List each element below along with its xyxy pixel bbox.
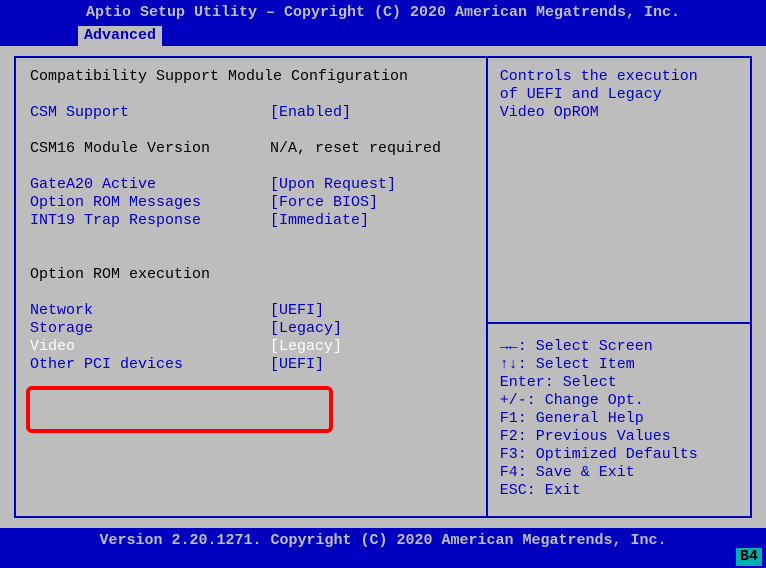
key-f3: F3: Optimized Defaults [500,446,738,464]
video-value: [Legacy] [270,338,342,356]
optrom-msg-value: [Force BIOS] [270,194,378,212]
key-esc: ESC: Exit [500,482,738,500]
csm-support-value: [Enabled] [270,104,351,122]
section-title: Compatibility Support Module Configurati… [30,68,408,86]
other-pci-label: Other PCI devices [30,356,270,374]
int19-label: INT19 Trap Response [30,212,270,230]
footer-corner-badge: B4 [736,548,762,566]
help-line-2: of UEFI and Legacy [500,86,738,104]
csm-support-label: CSM Support [30,104,270,122]
storage-row[interactable]: Storage [Legacy] [30,320,472,338]
storage-label: Storage [30,320,270,338]
csm16-value: N/A, reset required [270,140,441,158]
title-text: Aptio Setup Utility – Copyright (C) 2020… [86,4,680,21]
other-pci-row[interactable]: Other PCI devices [UEFI] [30,356,472,374]
csm16-label: CSM16 Module Version [30,140,270,158]
key-select-screen: →←: Select Screen [500,338,738,356]
optrom-msg-row[interactable]: Option ROM Messages [Force BIOS] [30,194,472,212]
main-frame: Compatibility Support Module Configurati… [14,56,752,518]
key-select-item: ↑↓: Select Item [500,356,738,374]
key-change-opt: +/-: Change Opt. [500,392,738,410]
footer-version: Version 2.20.1271. Copyright (C) 2020 Am… [99,532,666,549]
other-pci-value: [UEFI] [270,356,324,374]
int19-row[interactable]: INT19 Trap Response [Immediate] [30,212,472,230]
help-line-1: Controls the execution [500,68,738,86]
optrom-msg-label: Option ROM Messages [30,194,270,212]
video-row[interactable]: Video [Legacy] [30,338,472,356]
highlight-box [26,386,333,433]
help-line-3: Video OpROM [500,104,738,122]
footer-bar: Version 2.20.1271. Copyright (C) 2020 Am… [0,528,766,568]
key-enter: Enter: Select [500,374,738,392]
gatea20-row[interactable]: GateA20 Active [Upon Request] [30,176,472,194]
csm16-row: CSM16 Module Version N/A, reset required [30,140,472,158]
video-label: Video [30,338,270,356]
key-f2: F2: Previous Values [500,428,738,446]
gatea20-label: GateA20 Active [30,176,270,194]
tab-advanced[interactable]: Advanced [78,26,162,46]
storage-value: [Legacy] [270,320,342,338]
settings-pane: Compatibility Support Module Configurati… [16,58,486,516]
int19-value: [Immediate] [270,212,369,230]
network-value: [UEFI] [270,302,324,320]
help-pane: Controls the execution of UEFI and Legac… [486,58,750,516]
key-f1: F1: General Help [500,410,738,428]
title-bar: Aptio Setup Utility – Copyright (C) 2020… [0,0,766,24]
network-label: Network [30,302,270,320]
csm-support-row[interactable]: CSM Support [Enabled] [30,104,472,122]
network-row[interactable]: Network [UEFI] [30,302,472,320]
tab-bar: Advanced [0,24,766,46]
key-f4: F4: Save & Exit [500,464,738,482]
gatea20-value: [Upon Request] [270,176,396,194]
optrom-exec-title: Option ROM execution [30,266,210,284]
